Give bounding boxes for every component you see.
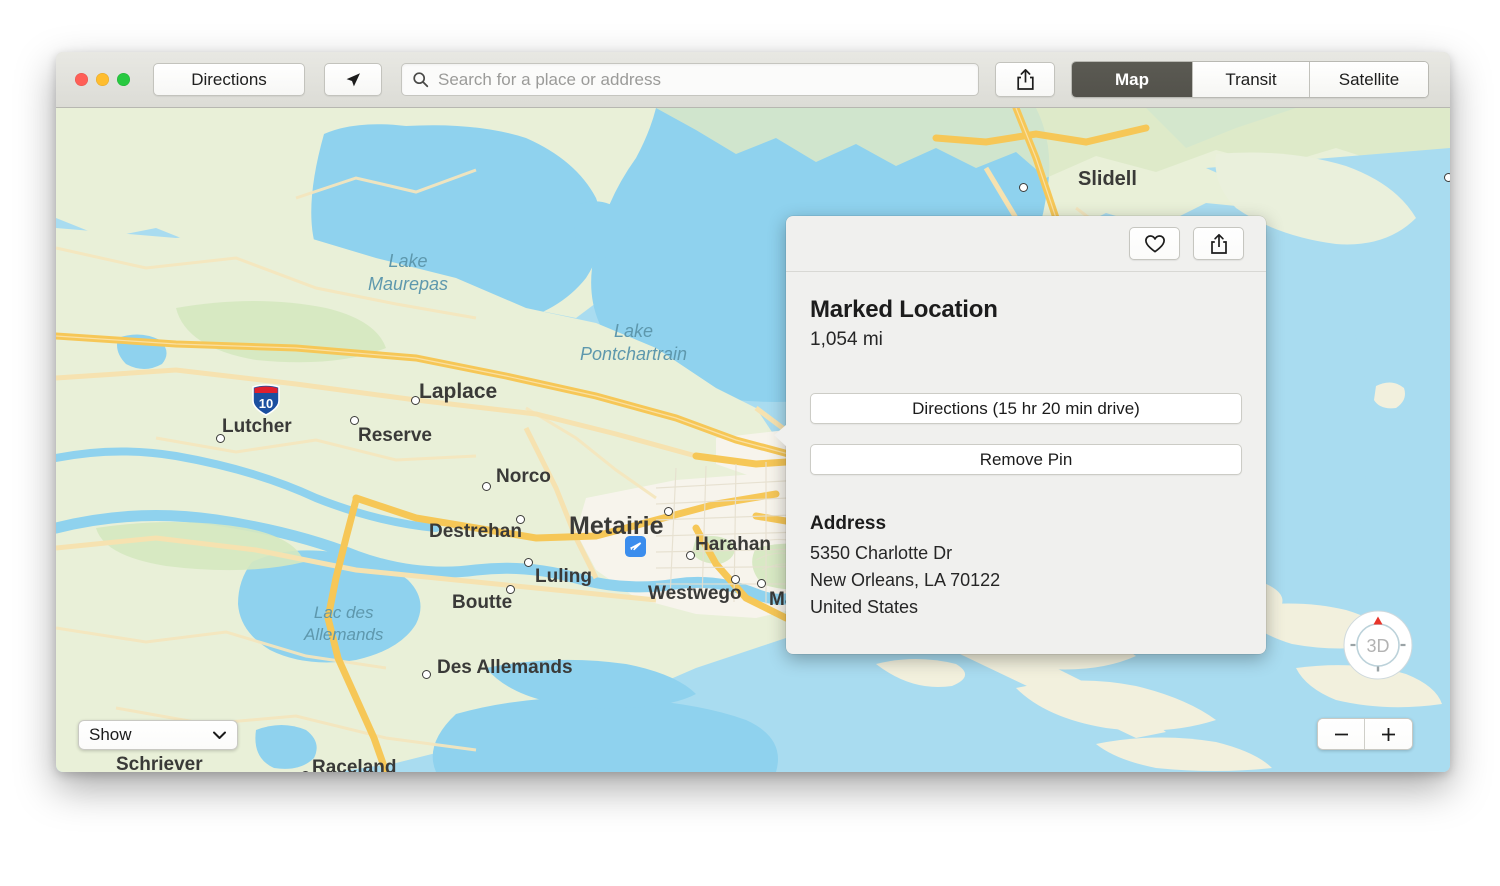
get-directions-button[interactable]: Directions (15 hr 20 min drive) <box>810 393 1242 424</box>
show-dropdown[interactable]: Show <box>78 720 238 750</box>
popover-body: Marked Location 1,054 mi Directions (15 … <box>786 272 1266 618</box>
directions-button-label: Directions <box>191 69 267 89</box>
traffic-lights <box>75 73 130 86</box>
navigation-arrow-icon <box>346 72 360 86</box>
airport-icon[interactable] <box>625 536 646 557</box>
place-title: Marked Location <box>810 296 998 323</box>
town-dot <box>506 585 515 594</box>
town-dot <box>524 558 533 567</box>
town-dot <box>1444 173 1450 182</box>
compass-3d-label: 3D <box>1366 636 1389 656</box>
tab-transit[interactable]: Transit <box>1193 62 1310 97</box>
search-icon <box>413 72 429 88</box>
search-placeholder-text: Search for a place or address <box>438 69 662 89</box>
locate-me-button[interactable] <box>324 63 382 96</box>
minus-icon <box>1334 733 1348 735</box>
search-input[interactable]: Search for a place or address <box>401 63 979 96</box>
remove-pin-button[interactable]: Remove Pin <box>810 444 1242 475</box>
address-line-city: New Orleans, LA 70122 <box>810 570 1001 590</box>
town-dot <box>516 515 525 524</box>
compass-3d-control[interactable]: 3D <box>1343 610 1413 680</box>
town-dot <box>757 579 766 588</box>
heart-icon <box>1144 234 1165 252</box>
tab-satellite[interactable]: Satellite <box>1310 62 1428 97</box>
tab-map-label: Map <box>1115 69 1149 89</box>
tab-satellite-label: Satellite <box>1338 69 1400 89</box>
map-canvas[interactable]: 10 3D <box>56 108 1450 772</box>
address-section-header: Address <box>810 513 887 534</box>
town-dot <box>482 482 491 491</box>
tab-transit-label: Transit <box>1225 69 1277 89</box>
zoom-in-button[interactable] <box>1365 719 1412 749</box>
show-dropdown-label: Show <box>89 725 132 744</box>
place-info-popover: Marked Location 1,054 mi Directions (15 … <box>774 216 1266 654</box>
chevron-down-icon <box>213 731 226 739</box>
directions-button[interactable]: Directions <box>153 63 305 96</box>
share-icon <box>1210 233 1227 254</box>
window-toolbar: Directions Search for a place or address… <box>56 52 1450 108</box>
interstate-10-shield: 10 <box>251 384 281 416</box>
map-mode-segmented-control[interactable]: Map Transit Satellite <box>1071 61 1429 98</box>
zoom-button[interactable] <box>117 73 130 86</box>
town-dot <box>422 670 431 679</box>
town-dot <box>411 396 420 405</box>
close-button[interactable] <box>75 73 88 86</box>
share-icon <box>1016 69 1034 90</box>
favorite-button[interactable] <box>1129 227 1180 260</box>
zoom-controls[interactable] <box>1317 718 1413 750</box>
remove-pin-label: Remove Pin <box>979 449 1073 469</box>
town-dot <box>350 416 359 425</box>
popover-header <box>786 216 1266 272</box>
town-dot <box>731 575 740 584</box>
tab-map[interactable]: Map <box>1072 62 1193 97</box>
town-dot <box>216 434 225 443</box>
address-lines: 5350 Charlotte Dr New Orleans, LA 70122 … <box>810 543 1242 618</box>
town-dot <box>1019 183 1028 192</box>
maps-window: Directions Search for a place or address… <box>56 52 1450 772</box>
town-dot <box>686 551 695 560</box>
popover-share-button[interactable] <box>1193 227 1244 260</box>
zoom-out-button[interactable] <box>1318 719 1365 749</box>
svg-text:10: 10 <box>259 396 273 411</box>
address-line-street: 5350 Charlotte Dr <box>810 543 953 563</box>
share-button[interactable] <box>995 62 1055 97</box>
get-directions-label: Directions (15 hr 20 min drive) <box>912 398 1140 418</box>
minimize-button[interactable] <box>96 73 109 86</box>
town-dot <box>664 507 673 516</box>
address-line-country: United States <box>810 597 919 617</box>
plus-icon <box>1382 727 1395 741</box>
place-distance: 1,054 mi <box>810 329 883 350</box>
